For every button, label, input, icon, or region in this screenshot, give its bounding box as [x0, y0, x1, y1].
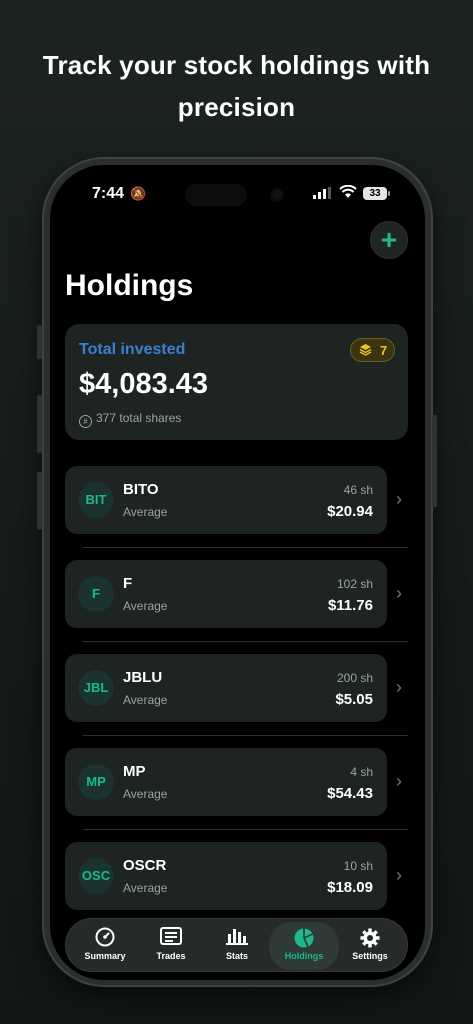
- battery-indicator: 33: [363, 187, 390, 200]
- average-label: Average: [123, 787, 168, 801]
- average-label: Average: [123, 693, 168, 707]
- marketing-headline: Track your stock holdings with precision: [0, 44, 473, 128]
- ticker-avatar: F: [78, 576, 114, 612]
- holding-row-oscr[interactable]: OSC OSCR Average 10 sh $18.09: [65, 842, 387, 910]
- bar-chart-icon: [204, 927, 270, 949]
- share-count: 102 sh: [336, 577, 373, 591]
- number-icon: #: [79, 415, 92, 428]
- volume-up-button: [37, 395, 42, 453]
- pie-chart-icon: [269, 927, 339, 949]
- tab-label: Stats: [225, 951, 248, 961]
- add-holding-button[interactable]: +: [370, 221, 408, 259]
- tab-trades[interactable]: Trades: [138, 919, 204, 973]
- signal-icon: [313, 187, 331, 199]
- chevron-right-icon[interactable]: ›: [396, 771, 402, 792]
- total-invested-card: Total invested 7 $4,083.43 #377 total sh…: [65, 324, 408, 440]
- average-label: Average: [123, 881, 168, 895]
- total-shares-text: 377 total shares: [96, 411, 182, 425]
- holdings-count-badge: 7: [350, 338, 395, 362]
- total-invested-label: Total invested: [79, 341, 186, 358]
- ticker-symbol: BITO: [123, 481, 159, 498]
- headline-line-2: precision: [177, 92, 296, 122]
- average-price: $11.76: [327, 597, 373, 614]
- row-divider: [83, 829, 408, 830]
- chevron-right-icon[interactable]: ›: [396, 489, 402, 510]
- volume-down-button: [37, 472, 42, 530]
- tab-summary[interactable]: Summary: [72, 919, 138, 973]
- share-count: 4 sh: [350, 765, 373, 779]
- tab-label: Settings: [352, 951, 388, 961]
- ticker-avatar: BIT: [78, 482, 114, 518]
- tab-label: Holdings: [284, 951, 324, 961]
- tab-label: Summary: [84, 951, 126, 961]
- share-count: 10 sh: [343, 859, 373, 873]
- chevron-right-icon[interactable]: ›: [396, 865, 402, 886]
- chevron-right-icon[interactable]: ›: [396, 583, 402, 604]
- wifi-icon: [339, 185, 357, 198]
- status-bar: 7:44 🔕 33: [50, 165, 425, 225]
- ticker-avatar: MP: [78, 764, 114, 800]
- ticker-symbol: F: [123, 575, 133, 592]
- tab-label: Trades: [156, 951, 186, 961]
- page-title: Holdings: [65, 269, 194, 302]
- holdings-count: 7: [380, 343, 388, 358]
- tab-holdings[interactable]: Holdings: [269, 922, 339, 970]
- ticker-symbol: MP: [123, 763, 146, 780]
- average-price: $20.94: [327, 503, 373, 520]
- average-price: $18.09: [327, 879, 373, 896]
- row-divider: [83, 641, 408, 642]
- action-button: [37, 325, 42, 359]
- total-shares-line: #377 total shares: [79, 411, 181, 428]
- ticker-symbol: OSCR: [123, 857, 167, 874]
- gauge-icon: [72, 927, 138, 949]
- tab-bar: Summary Trades Stats Holdings Settings: [65, 918, 408, 972]
- ticker-symbol: JBLU: [123, 669, 163, 686]
- app-screen: 7:44 🔕 33 + Holdings Total invested 7 $4…: [50, 165, 425, 980]
- row-divider: [83, 735, 408, 736]
- layers-icon: [359, 343, 372, 359]
- headline-line-1: Track your stock holdings with: [42, 50, 431, 80]
- share-count: 200 sh: [336, 671, 373, 685]
- holding-row-mp[interactable]: MP MP Average 4 sh $54.43: [65, 748, 387, 816]
- status-time: 7:44: [92, 185, 125, 202]
- chevron-right-icon[interactable]: ›: [396, 677, 402, 698]
- tab-stats[interactable]: Stats: [204, 919, 270, 973]
- average-label: Average: [123, 599, 168, 613]
- gear-icon: [337, 927, 403, 949]
- average-price: $5.05: [335, 691, 373, 708]
- dynamic-island: [185, 184, 247, 206]
- row-divider: [83, 547, 408, 548]
- total-invested-amount: $4,083.43: [79, 368, 209, 400]
- silent-bell-icon: 🔕: [130, 186, 147, 201]
- holding-row-bito[interactable]: BIT BITO Average 46 sh $20.94: [65, 466, 387, 534]
- holding-row-f[interactable]: F F Average 102 sh $11.76: [65, 560, 387, 628]
- holding-row-jblu[interactable]: JBL JBLU Average 200 sh $5.05: [65, 654, 387, 722]
- ticker-avatar: OSC: [78, 858, 114, 894]
- average-price: $54.43: [327, 785, 373, 802]
- tab-settings[interactable]: Settings: [337, 919, 403, 973]
- ticker-avatar: JBL: [78, 670, 114, 706]
- camera-icon: [272, 190, 282, 200]
- list-icon: [138, 927, 204, 949]
- power-button: [432, 415, 437, 507]
- share-count: 46 sh: [343, 483, 373, 497]
- average-label: Average: [123, 505, 168, 519]
